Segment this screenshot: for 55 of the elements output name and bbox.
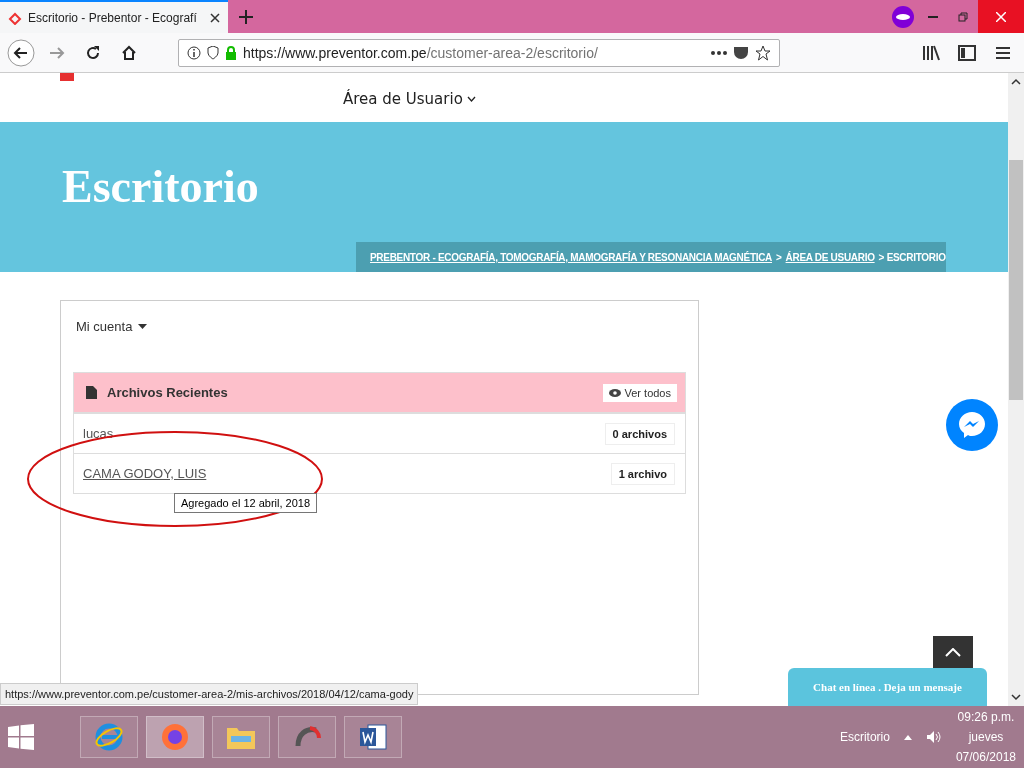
chevron-up-icon: [945, 647, 961, 657]
tray-expand-icon[interactable]: [903, 734, 912, 740]
speaker-icon[interactable]: [925, 730, 942, 744]
panel-title: Archivos Recientes: [107, 385, 229, 400]
file-count: 1 archivo: [610, 462, 675, 485]
messenger-button[interactable]: [946, 399, 998, 451]
restore-icon[interactable]: [958, 11, 968, 22]
scroll-thumb[interactable]: [1009, 159, 1023, 400]
tooltip: Agregado el 12 abril, 2018: [174, 493, 318, 513]
url-path: /customer-area-2/escritorio/: [426, 44, 598, 61]
file-count: 0 archivos: [604, 422, 675, 445]
pocket-icon[interactable]: [733, 45, 749, 60]
home-icon[interactable]: [121, 44, 137, 61]
breadcrumb-text: > ESCRITORIO: [878, 251, 946, 263]
new-tab-icon[interactable]: [239, 9, 253, 24]
close-icon[interactable]: [210, 12, 220, 23]
chevron-icon: [466, 96, 476, 102]
browser-tab[interactable]: Escritorio - Prebentor - Ecografí: [0, 0, 228, 33]
nav-menu-item[interactable]: Área de Usuario: [343, 90, 476, 108]
firefox-icon[interactable]: [160, 722, 190, 752]
status-url: https://www.preventor.com.pe/customer-area-2/mis-archivos/2018/04/12/cama-gody: [0, 683, 419, 705]
sidebar-icon[interactable]: [958, 44, 976, 61]
patient-name: lucas: [83, 426, 114, 441]
menu-icon[interactable]: [995, 45, 1011, 60]
account-menu[interactable]: Mi cuenta: [76, 319, 148, 334]
url-host: https://www.preventor.com.pe: [243, 44, 427, 61]
view-all-button[interactable]: Ver todos: [602, 383, 677, 402]
star-icon[interactable]: [755, 44, 771, 61]
chat-bubble-icon: [957, 410, 987, 440]
library-icon[interactable]: [922, 44, 940, 61]
back-to-top-button[interactable]: [933, 636, 973, 668]
address-bar[interactable]: https://www.preventor.com.pe/customer-area-2/escritorio/: [178, 38, 780, 67]
breadcrumb-text: >: [776, 251, 782, 263]
eye-icon: [608, 388, 621, 397]
scrollbar[interactable]: [1008, 73, 1024, 706]
info-icon[interactable]: [187, 45, 201, 60]
more-icon[interactable]: [711, 50, 727, 55]
lock-icon: [225, 45, 237, 60]
file-icon: [86, 386, 97, 399]
word-icon[interactable]: [358, 722, 388, 752]
close-window-icon[interactable]: [996, 11, 1006, 22]
patient-link[interactable]: CAMA GODOY, LUIS: [83, 466, 207, 481]
minimize-icon[interactable]: [928, 15, 938, 18]
caret-icon: [138, 324, 148, 329]
back-icon[interactable]: [7, 38, 35, 67]
forward-icon[interactable]: [49, 45, 65, 60]
reload-icon[interactable]: [85, 44, 101, 61]
page-title: Escritorio: [62, 160, 260, 213]
shield-icon[interactable]: [207, 45, 219, 60]
windows-icon[interactable]: [8, 724, 34, 750]
clock[interactable]: 09:26 p.m. jueves 07/06/2018: [955, 710, 1016, 764]
desktop-toolbar-label[interactable]: Escritorio: [839, 730, 890, 744]
tab-title: Escritorio - Prebentor - Ecografí: [28, 10, 198, 25]
private-mask-icon: [892, 5, 914, 28]
site-icon: [8, 10, 22, 25]
